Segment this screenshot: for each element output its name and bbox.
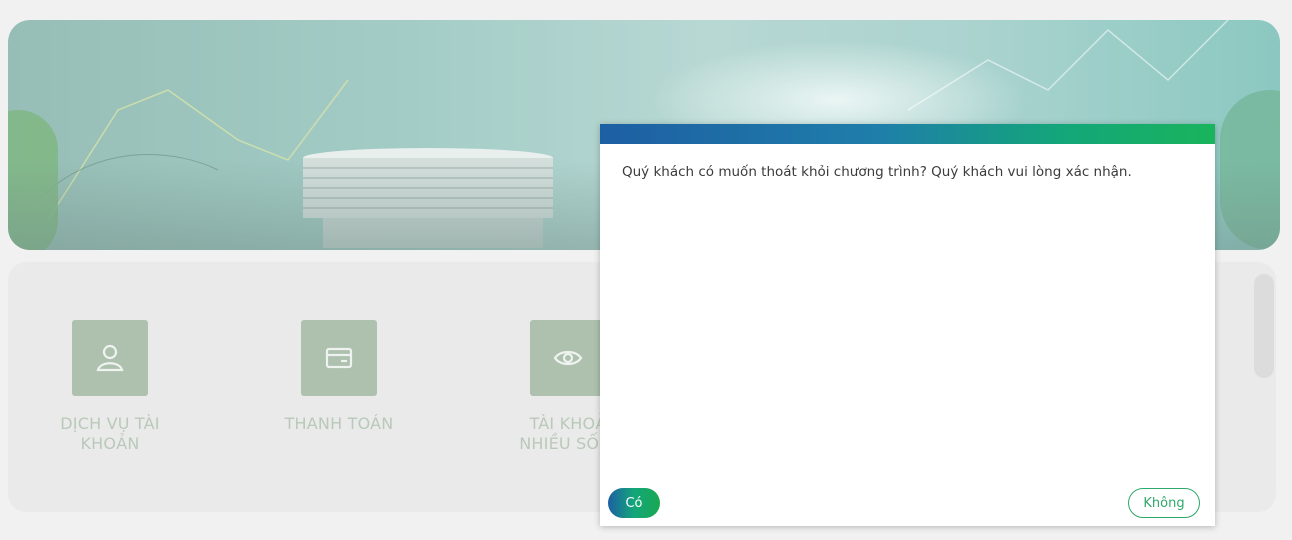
dialog-header-bar [600, 124, 1215, 144]
confirm-exit-dialog: Quý khách có muốn thoát khỏi chương trìn… [600, 124, 1215, 526]
yes-button[interactable]: Có [608, 488, 660, 518]
no-button[interactable]: Không [1128, 488, 1200, 518]
dialog-message: Quý khách có muốn thoát khỏi chương trìn… [622, 164, 1132, 180]
